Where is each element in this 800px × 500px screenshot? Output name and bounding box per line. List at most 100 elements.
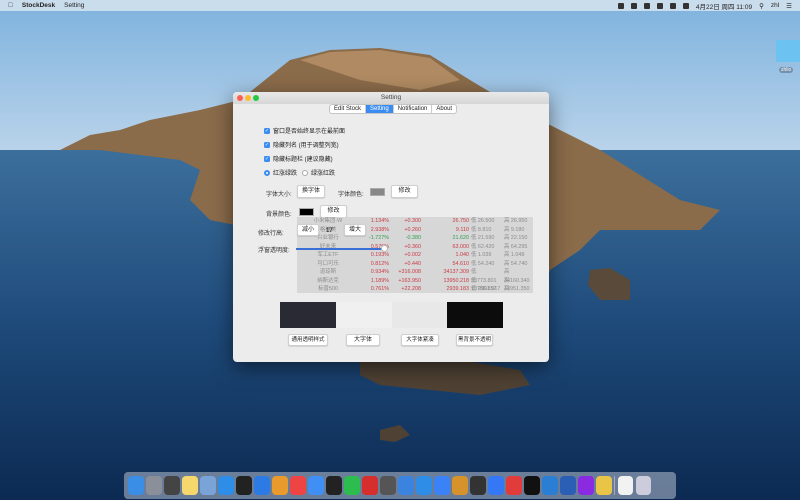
always-on-top-checkbox[interactable]: ✓ 窗口是否始终显示在最前面 xyxy=(264,126,345,135)
stock-row: 好未来 0.575% +0.360 63.000 低 62.420 高 64.295 xyxy=(297,243,533,252)
preset-compact-button[interactable]: 大字体紧凑 xyxy=(401,334,439,346)
hide-column-names-checkbox[interactable]: ✓ 隐藏列名 (用于调整列宽) xyxy=(264,140,339,149)
decrease-row-height-button[interactable]: 减小 xyxy=(297,224,319,236)
maps-icon[interactable] xyxy=(488,476,504,495)
title-bar: Setting xyxy=(233,92,549,104)
font-color-modify-button[interactable]: 修改 xyxy=(391,185,418,198)
radio-label: 红涨绿跌 xyxy=(273,171,298,177)
stock-percent: 0.761% xyxy=(370,286,389,292)
font-color-label: 字体颜色: xyxy=(338,192,364,198)
opacity-slider[interactable] xyxy=(296,248,384,250)
folder-icon[interactable] xyxy=(776,40,800,62)
volume-icon[interactable] xyxy=(682,2,689,9)
separator-icon xyxy=(614,476,615,495)
safari-icon[interactable] xyxy=(218,476,234,495)
clock[interactable]: 4月22日 周四 11:09 xyxy=(696,1,752,11)
stock-price: 54.610 xyxy=(452,260,470,267)
stock-price: 1.040 xyxy=(455,252,470,258)
airmail-icon[interactable] xyxy=(308,476,324,495)
tab-setting[interactable]: Setting xyxy=(366,105,394,113)
preview-icon[interactable] xyxy=(200,476,216,495)
app-store-icon[interactable] xyxy=(416,476,432,495)
stickies-icon[interactable] xyxy=(596,476,612,495)
hide-title-bar-checkbox[interactable]: ✓ 隐藏标题栏 (建议隐藏) xyxy=(264,154,333,163)
preset-black-button[interactable]: 黑背景不透明 xyxy=(456,334,493,346)
stock-price: 2939.183 xyxy=(446,286,469,292)
stock-low: 低 8.810 xyxy=(471,226,492,233)
bg-color-label: 背景颜色: xyxy=(266,212,292,218)
stock-name: 可口可乐 xyxy=(317,260,339,267)
preset-preview-compact[interactable] xyxy=(392,302,448,328)
stock-low: 低 21.590 xyxy=(471,235,495,241)
preset-preview-large-font[interactable] xyxy=(336,302,392,328)
tab-about[interactable]: About xyxy=(432,105,456,113)
keynote-icon[interactable] xyxy=(398,476,414,495)
books-icon[interactable] xyxy=(452,476,468,495)
youdao-icon[interactable] xyxy=(362,476,378,495)
radio-label: 绿涨红跌 xyxy=(311,171,336,177)
font-color-swatch[interactable] xyxy=(370,188,385,196)
stock-high: 高 22.150 xyxy=(504,235,528,241)
folder-label[interactable]: zhlio xyxy=(779,67,794,73)
zoom-button[interactable] xyxy=(253,95,259,101)
xmind-icon[interactable] xyxy=(506,476,522,495)
minimize-button[interactable] xyxy=(245,95,251,101)
word-icon[interactable] xyxy=(560,476,576,495)
pencil-icon[interactable] xyxy=(434,476,450,495)
stock-row: 兴业银行 -1.727% -0.380 21.620 低 21.590 高 22.150 xyxy=(297,234,533,243)
qq-icon[interactable] xyxy=(326,476,342,495)
setting-menu[interactable]: Setting xyxy=(64,2,84,9)
increase-row-height-button[interactable]: 增大 xyxy=(344,224,366,236)
stock-low: 低 33773.801 xyxy=(471,269,497,284)
opacity-slider-knob[interactable] xyxy=(381,245,388,252)
user-name[interactable]: zhl xyxy=(771,2,779,9)
finder-icon[interactable] xyxy=(128,476,144,495)
notes-icon[interactable] xyxy=(182,476,198,495)
green-up-radio[interactable]: 绿涨红跌 xyxy=(302,168,335,177)
vscode-icon[interactable] xyxy=(542,476,558,495)
wifi-icon[interactable] xyxy=(669,2,676,9)
preset-large-font-button[interactable]: 大字体 xyxy=(346,334,380,346)
red-up-radio[interactable]: 红涨绿跌 xyxy=(264,168,297,177)
sublime-icon[interactable] xyxy=(380,476,396,495)
chrome-icon[interactable] xyxy=(290,476,306,495)
window-title: Setting xyxy=(380,94,402,101)
stock-ticker-icon[interactable] xyxy=(630,2,637,9)
app-menu[interactable]: StockDesk xyxy=(22,2,55,9)
stock-low: 低 2901.917 xyxy=(471,286,501,292)
tab-bar: Edit Stock Setting Notification About xyxy=(329,104,458,114)
bluetooth-icon[interactable] xyxy=(656,2,663,9)
change-font-button[interactable]: 换字体 xyxy=(297,185,325,198)
stock-high: 高 26.950 xyxy=(504,218,528,224)
preset-preview-transparent[interactable] xyxy=(280,302,336,328)
stock-row: 标普500 0.761% +22.208 2939.183低 2901.917高 29… xyxy=(297,285,533,293)
wechat-icon[interactable] xyxy=(643,2,650,9)
tab-notification[interactable]: Notification xyxy=(394,105,433,113)
wechat-icon[interactable] xyxy=(344,476,360,495)
spotlight-icon[interactable]: ⚲ xyxy=(759,2,764,10)
apple-icon[interactable]:  xyxy=(8,2,13,9)
stock-low: 低 62.420 xyxy=(471,243,495,250)
notification-center-icon[interactable]: ☰ xyxy=(786,2,792,10)
preset-transparent-button[interactable]: 通用透明样式 xyxy=(288,334,328,346)
file-icon[interactable] xyxy=(617,476,633,495)
stock-name: 标普500 xyxy=(318,286,338,292)
mission-control-icon[interactable] xyxy=(164,476,180,495)
xcode-icon[interactable] xyxy=(254,476,270,495)
bg-color-swatch[interactable] xyxy=(299,208,314,216)
terminal-icon[interactable] xyxy=(236,476,252,495)
stock-percent: 0.193% xyxy=(370,252,389,258)
dictionary-icon[interactable] xyxy=(578,476,594,495)
close-button[interactable] xyxy=(237,95,243,101)
tab-edit-stock[interactable]: Edit Stock xyxy=(330,105,367,113)
launchpad-icon[interactable] xyxy=(146,476,162,495)
stock-price: 13950.218 xyxy=(443,277,469,284)
preset-preview-black[interactable] xyxy=(447,302,503,328)
stock-change: +0.360 xyxy=(404,243,421,250)
trash-icon[interactable] xyxy=(635,476,651,495)
b-app-icon[interactable] xyxy=(470,476,486,495)
font-size-label: 字体大小: xyxy=(266,192,292,198)
pages-icon[interactable] xyxy=(272,476,288,495)
l-app-icon[interactable] xyxy=(524,476,540,495)
status-icon[interactable] xyxy=(617,2,624,9)
